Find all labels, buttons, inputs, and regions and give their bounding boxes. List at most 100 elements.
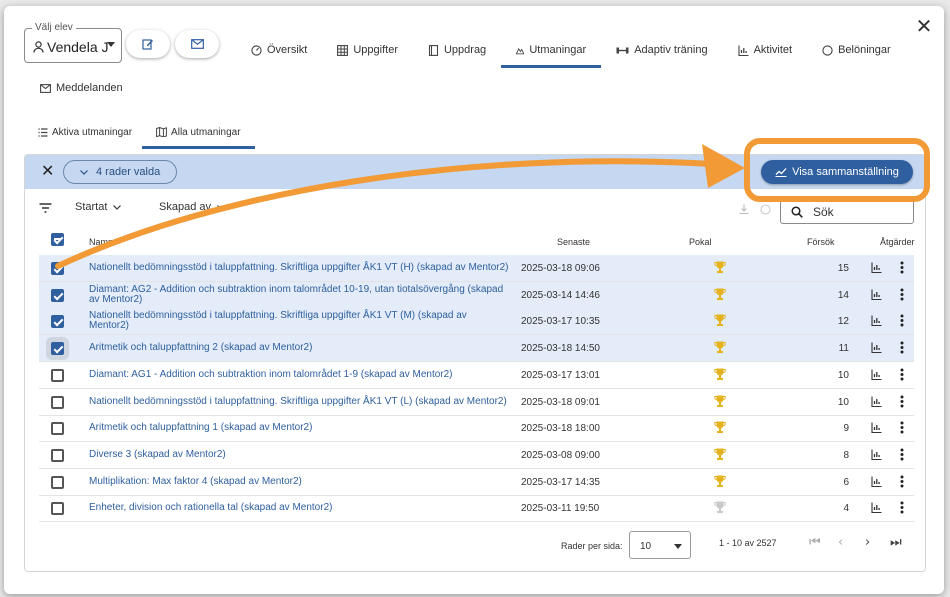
tab-utmaningar[interactable]: Utmaningar	[501, 32, 602, 68]
close-icon[interactable]: ✕	[914, 16, 934, 36]
more-vertical-icon[interactable]	[900, 341, 904, 354]
table-row[interactable]: Nationellt bedömningsstöd i taluppfattni…	[39, 389, 914, 416]
column-header-latest[interactable]: Senaste	[557, 237, 590, 247]
table-row[interactable]: Diamant: AG2 - Addition och subtraktion …	[39, 281, 914, 309]
edit-button[interactable]	[126, 30, 170, 58]
challenge-name[interactable]: Aritmetik och taluppfattning 1 (skapad a…	[89, 415, 509, 441]
tab-meddelanden[interactable]: Meddelanden	[40, 82, 123, 94]
chevron-down-icon	[217, 204, 225, 210]
next-page-icon[interactable]: ›	[865, 535, 870, 550]
challenge-name[interactable]: Nationellt bedömningsstöd i taluppfattni…	[89, 308, 509, 334]
row-checkbox[interactable]	[51, 342, 64, 356]
table-row[interactable]: Aritmetik och taluppfattning 2 (skapad a…	[39, 335, 914, 363]
more-vertical-icon[interactable]	[900, 448, 904, 461]
clear-selection-icon[interactable]: ✕	[41, 163, 54, 179]
latest-date: 2025-03-18 18:00	[521, 423, 600, 435]
row-checkbox[interactable]	[51, 502, 64, 516]
challenge-name[interactable]: Multiplikation: Max faktor 4 (skapad av …	[89, 469, 509, 495]
statistics-icon[interactable]	[871, 315, 882, 327]
summary-label: Visa sammanställning	[792, 166, 899, 178]
table-row[interactable]: Diverse 3 (skapad av Mentor2) 2025-03-08 …	[39, 442, 914, 469]
subtab-aktiva-utmaningar[interactable]: Aktiva utmaningar	[28, 115, 142, 149]
row-checkbox[interactable]	[51, 288, 64, 302]
selected-rows-chip[interactable]: 4 rader valda	[63, 160, 178, 184]
row-checkbox[interactable]	[51, 368, 64, 382]
selected-count: 4 rader valda	[96, 166, 161, 178]
more-vertical-icon[interactable]	[900, 421, 904, 434]
tab-uppgifter[interactable]: Uppgifter	[322, 32, 413, 68]
trend-chart-icon	[775, 168, 787, 177]
sort-created-by-select[interactable]: Skapad av	[159, 201, 225, 213]
latest-date: 2025-03-18 14:50	[521, 343, 600, 355]
more-vertical-icon[interactable]	[900, 395, 904, 408]
column-header-actions: Åtgärder	[880, 237, 915, 247]
challenge-name[interactable]: Aritmetik och taluppfattning 2 (skapad a…	[89, 335, 509, 361]
first-page-icon[interactable]: ⏮	[809, 535, 821, 550]
table-row[interactable]: Multiplikation: Max faktor 4 (skapad av …	[39, 469, 914, 496]
column-header-name[interactable]: Namn	[89, 237, 113, 247]
filter-icon[interactable]	[39, 203, 52, 213]
attempts-count: 10	[837, 396, 849, 408]
row-checkbox[interactable]	[51, 315, 64, 329]
column-header-attempts[interactable]: Försök	[807, 237, 835, 247]
statistics-icon[interactable]	[871, 369, 882, 380]
subtab-label: Alla utmaningar	[171, 126, 241, 138]
challenge-name[interactable]: Enheter, division och rationella tal (sk…	[89, 495, 509, 521]
tab-adaptiv-traning[interactable]: Adaptiv träning	[601, 32, 722, 68]
message-button[interactable]	[175, 30, 219, 58]
table-row[interactable]: Diamant: AG1 - Addition och subtraktion …	[39, 362, 914, 389]
tab-beloningar[interactable]: Belöningar	[807, 32, 906, 68]
student-name: Vendela J	[47, 39, 109, 55]
challenge-name[interactable]: Diamant: AG2 - Addition och subtraktion …	[89, 282, 509, 308]
rows-per-page-select[interactable]: 10	[629, 531, 691, 559]
row-checkbox[interactable]	[51, 475, 64, 489]
tab-oversikt[interactable]: Översikt	[236, 32, 322, 68]
tab-uppdrag[interactable]: Uppdrag	[413, 32, 501, 68]
table-row[interactable]: Nationellt bedömningsstöd i taluppfattni…	[39, 255, 914, 282]
statistics-icon[interactable]	[871, 262, 882, 273]
row-checkbox[interactable]	[51, 262, 64, 275]
challenge-name[interactable]: Diverse 3 (skapad av Mentor2)	[89, 442, 509, 468]
statistics-icon[interactable]	[871, 476, 882, 487]
table-row[interactable]: Aritmetik och taluppfattning 1 (skapad a…	[39, 415, 914, 443]
more-vertical-icon[interactable]	[900, 314, 904, 327]
table-row[interactable]: Nationellt bedömningsstöd i taluppfattni…	[39, 308, 914, 336]
more-vertical-icon[interactable]	[900, 261, 904, 274]
history-icon[interactable]	[760, 204, 771, 215]
more-vertical-icon[interactable]	[900, 288, 904, 301]
table-row[interactable]: Enheter, division och rationella tal (sk…	[39, 495, 914, 523]
tab-aktivitet[interactable]: Aktivitet	[723, 32, 808, 68]
trophy-icon	[714, 314, 726, 327]
more-vertical-icon[interactable]	[900, 501, 904, 514]
attempts-count: 4	[843, 503, 849, 515]
statistics-icon[interactable]	[871, 342, 882, 354]
more-vertical-icon[interactable]	[900, 368, 904, 381]
more-vertical-icon[interactable]	[900, 475, 904, 488]
statistics-icon[interactable]	[871, 449, 882, 460]
student-select[interactable]: Välj elev Vendela J	[24, 22, 122, 63]
latest-date: 2025-03-18 09:01	[521, 396, 600, 408]
statistics-icon[interactable]	[871, 502, 882, 514]
statistics-icon[interactable]	[871, 422, 882, 434]
select-all-checkbox[interactable]	[51, 233, 64, 246]
trophy-icon	[714, 261, 726, 273]
download-icon[interactable]	[739, 204, 749, 215]
search-input[interactable]: Sök	[780, 199, 914, 224]
subtab-alla-utmaningar[interactable]: Alla utmaningar	[142, 115, 256, 149]
challenge-name[interactable]: Nationellt bedömningsstöd i taluppfattni…	[89, 389, 509, 415]
sort-started-select[interactable]: Startat	[75, 201, 122, 213]
show-summary-button[interactable]: Visa sammanställning	[761, 160, 913, 184]
row-checkbox[interactable]	[51, 422, 64, 436]
attempts-count: 8	[843, 449, 849, 461]
search-icon	[791, 205, 803, 218]
challenge-name[interactable]: Diamant: AG1 - Addition och subtraktion …	[89, 362, 509, 388]
statistics-icon[interactable]	[871, 396, 882, 407]
last-page-icon[interactable]: ⏭	[890, 535, 902, 550]
statistics-icon[interactable]	[871, 289, 882, 300]
column-header-trophy[interactable]: Pokal	[689, 237, 712, 247]
row-checkbox[interactable]	[51, 448, 64, 462]
previous-page-icon[interactable]: ‹	[838, 535, 843, 550]
tab-label: Utmaningar	[529, 44, 587, 56]
row-checkbox[interactable]	[51, 395, 64, 409]
challenge-name[interactable]: Nationellt bedömningsstöd i taluppfattni…	[89, 255, 509, 281]
